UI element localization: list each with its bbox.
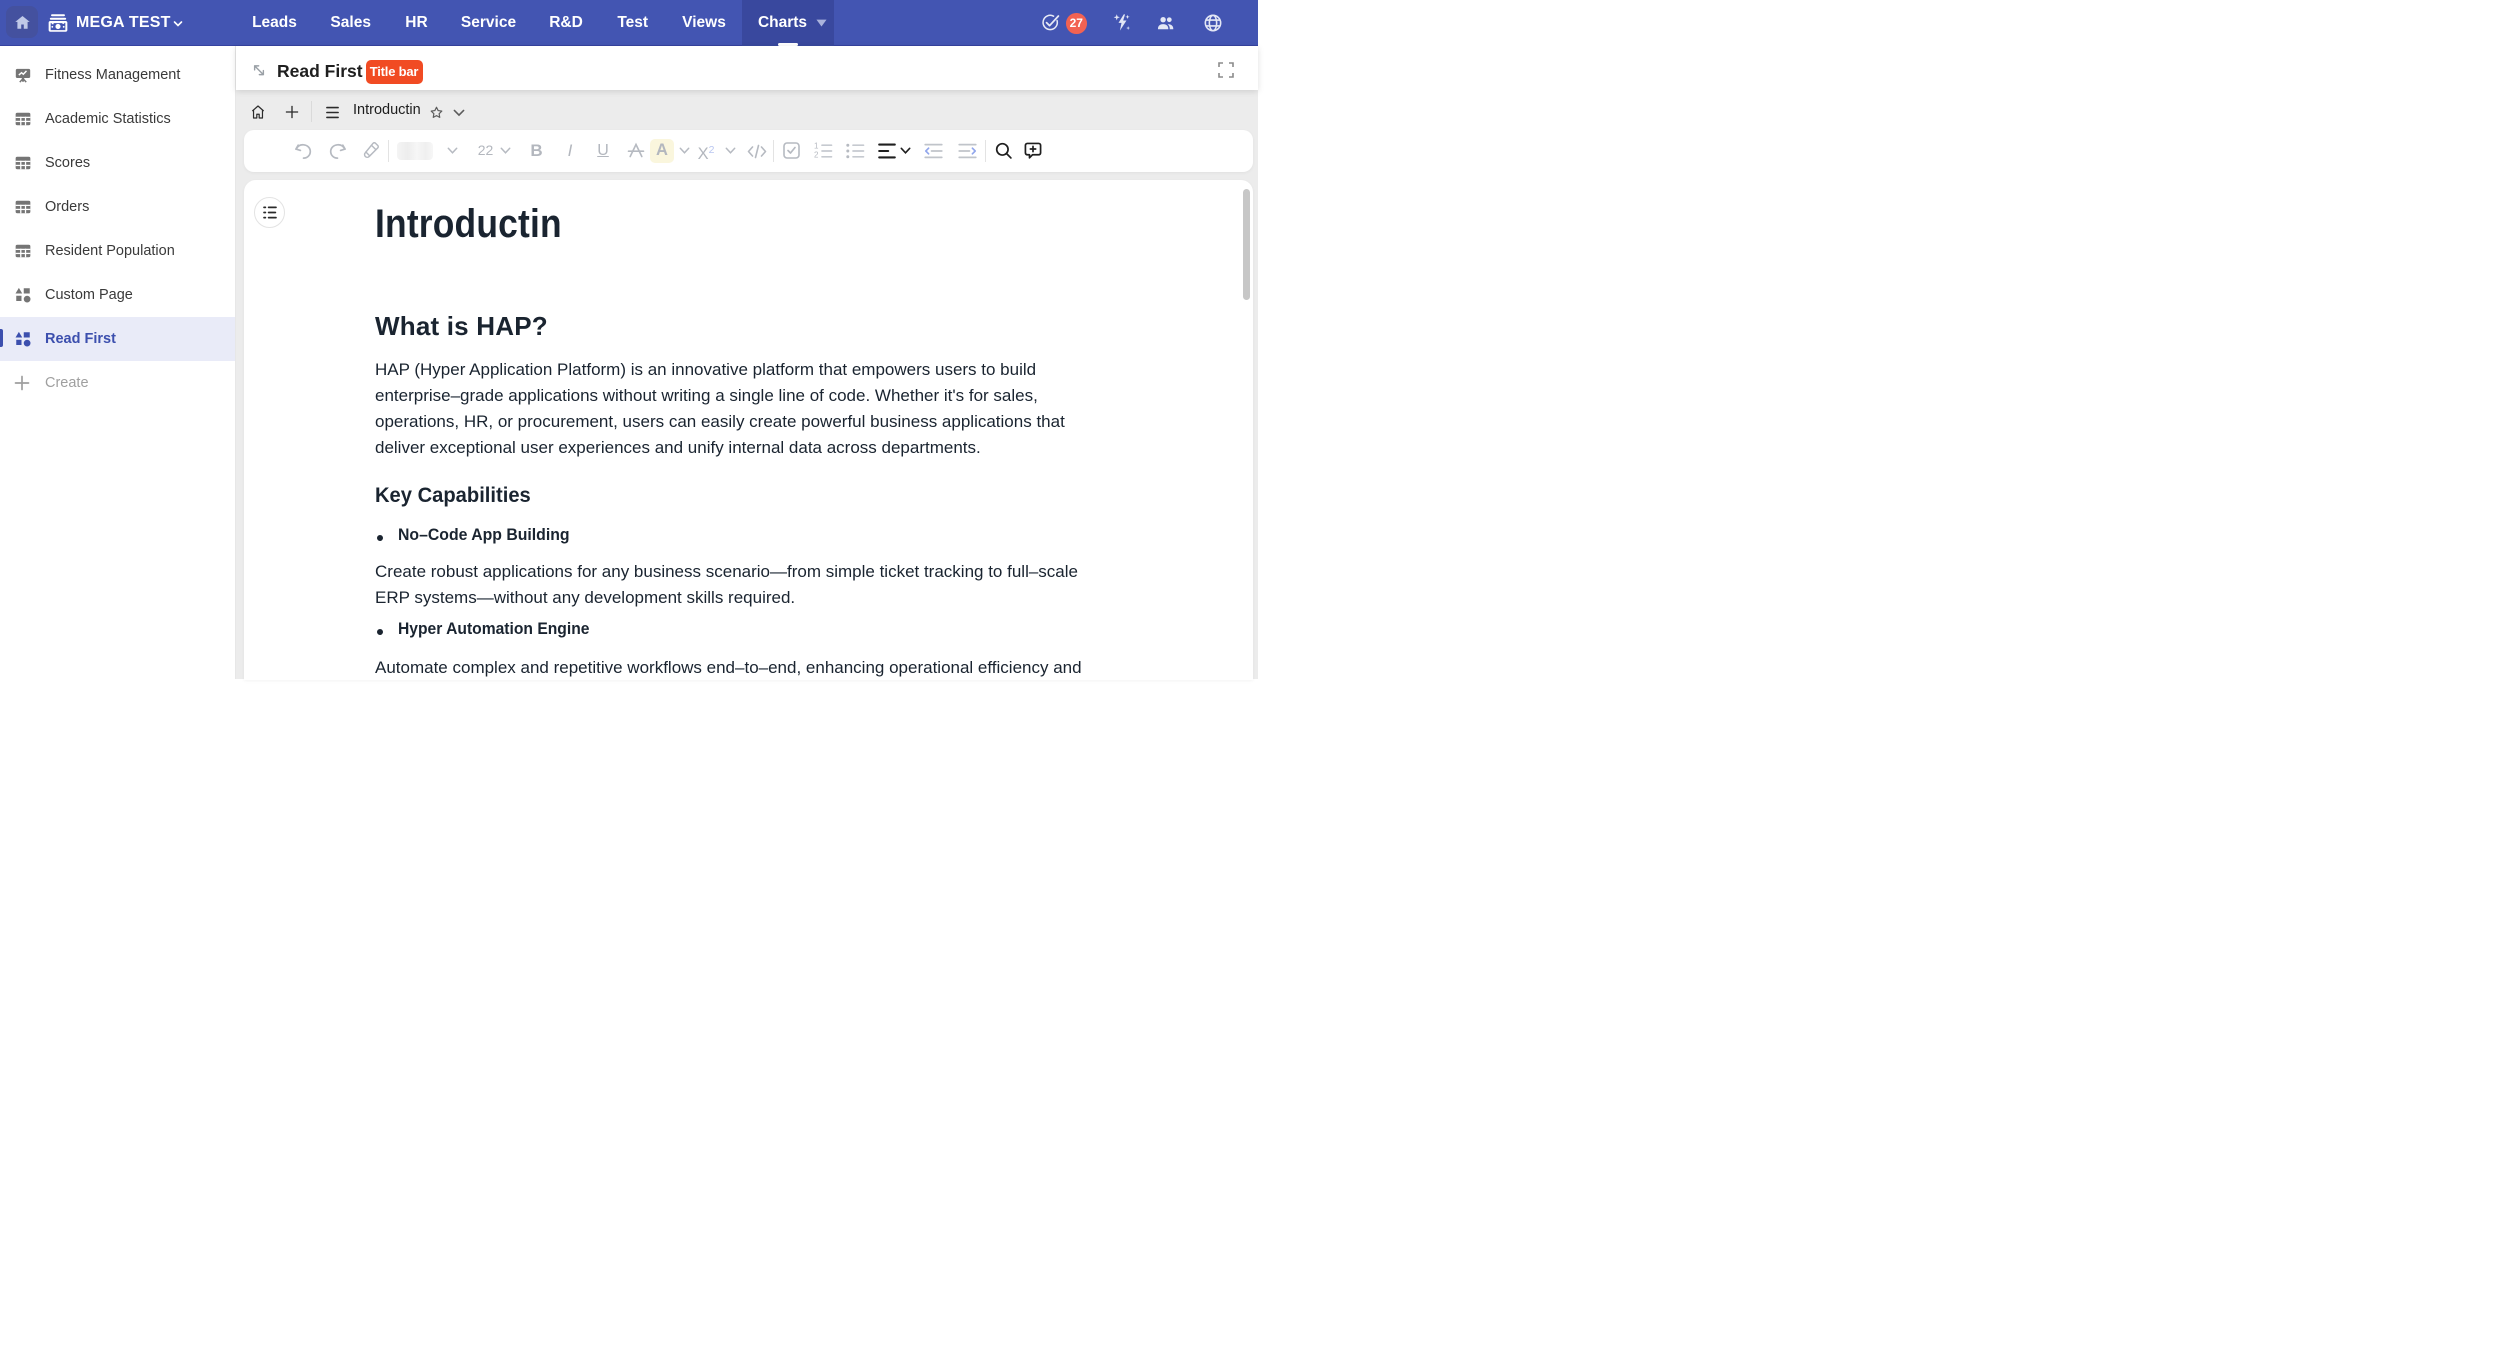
svg-text:2: 2: [814, 150, 819, 159]
svg-text:1: 1: [814, 142, 819, 151]
